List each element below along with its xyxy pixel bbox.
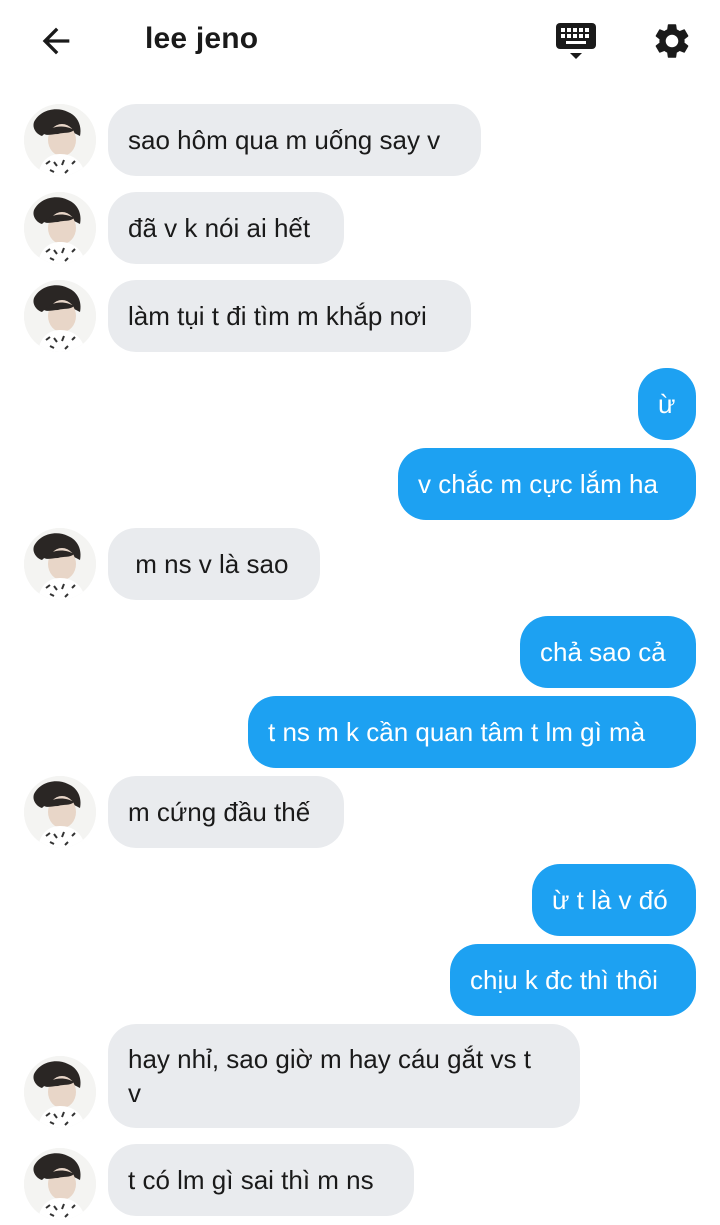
outgoing-message[interactable]: ừ t là v đó: [532, 864, 696, 936]
incoming-message[interactable]: làm tụi t đi tìm m khắp nơi: [108, 280, 471, 352]
incoming-message[interactable]: đã v k nói ai hết: [108, 192, 344, 264]
outgoing-message[interactable]: ừ: [638, 368, 696, 440]
incoming-message[interactable]: t có lm gì sai thì m ns: [108, 1144, 414, 1216]
profile-photo: [24, 192, 96, 264]
keyboard-icon: [556, 23, 596, 59]
arrow-left-icon: [42, 27, 70, 55]
incoming-message[interactable]: sao hôm qua m uống say v: [108, 104, 481, 176]
avatar[interactable]: [24, 104, 96, 176]
incoming-message[interactable]: hay nhỉ, sao giờ m hay cáu gắt vs t v: [108, 1024, 580, 1128]
keyboard-button[interactable]: [548, 16, 604, 66]
back-button[interactable]: [28, 18, 84, 64]
profile-photo: [24, 1056, 96, 1128]
outgoing-message[interactable]: chịu k đc thì thôi: [450, 944, 696, 1016]
contact-name: lee jeno: [145, 22, 259, 55]
outgoing-message[interactable]: v chắc m cực lắm ha: [398, 448, 696, 520]
message-list[interactable]: sao hôm qua m uống say v đã v k nói ai hế…: [0, 84, 720, 1225]
incoming-message[interactable]: m cứng đầu thế: [108, 776, 344, 848]
gear-icon: [655, 24, 689, 58]
outgoing-message[interactable]: t ns m k cần quan tâm t lm gì mà: [248, 696, 696, 768]
settings-button[interactable]: [644, 16, 700, 66]
avatar[interactable]: [24, 280, 96, 352]
avatar[interactable]: [24, 528, 96, 600]
incoming-message[interactable]: m ns v là sao: [108, 528, 320, 600]
profile-photo: [24, 104, 96, 176]
profile-photo: [24, 280, 96, 352]
avatar[interactable]: [24, 1056, 96, 1128]
profile-photo: [24, 528, 96, 600]
outgoing-message[interactable]: chả sao cả: [520, 616, 696, 688]
chat-header: lee jeno: [0, 0, 720, 84]
avatar[interactable]: [24, 776, 96, 848]
profile-photo: [24, 776, 96, 848]
avatar[interactable]: [24, 1148, 96, 1220]
avatar[interactable]: [24, 192, 96, 264]
profile-photo: [24, 1148, 96, 1220]
